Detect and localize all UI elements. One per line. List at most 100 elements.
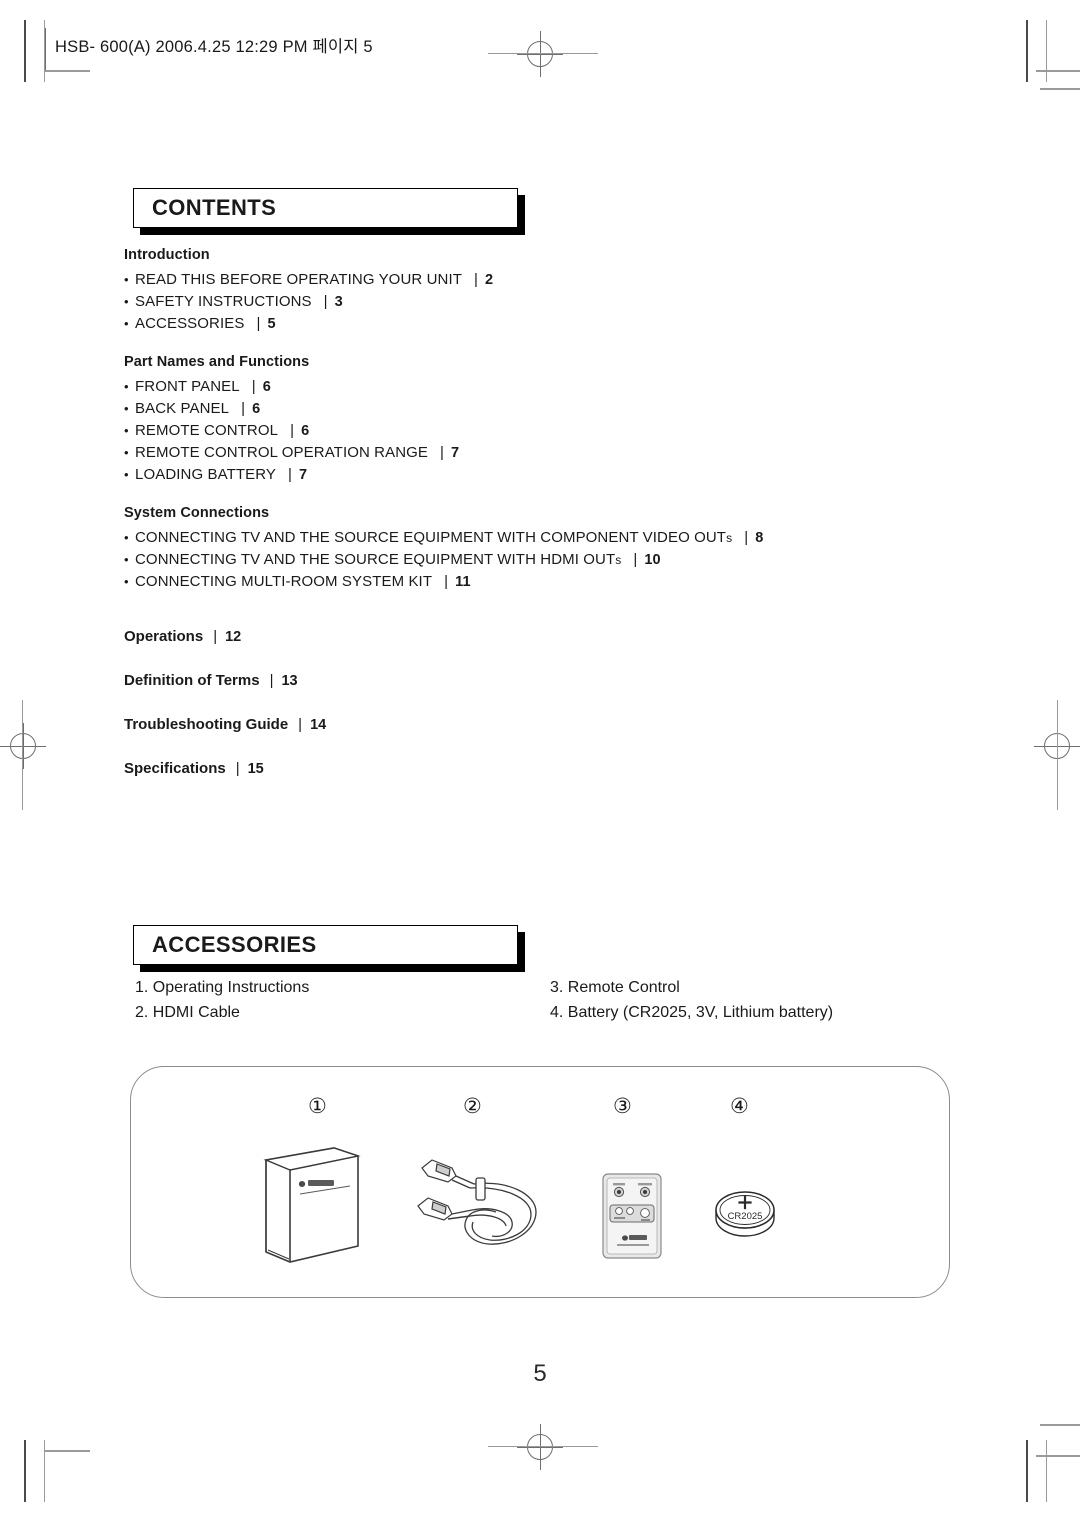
toc-page-number: 14 [310,717,327,733]
toc-entry-label: FRONT PANEL [135,378,240,395]
toc-page-number: 12 [225,629,242,645]
toc-page-number: 8 [755,530,764,546]
toc-separator: | [241,400,246,417]
bullet-icon: • [124,316,129,331]
registration-mark-left [0,723,46,769]
toc-group-title: System Connections [124,505,270,521]
trim-mark-top-right-edge [1040,88,1080,90]
trim-mark-top-left-vertical [24,20,26,82]
toc-page-number: 6 [262,379,271,395]
accessories-heading-label: ACCESSORIES [152,932,317,957]
toc-separator: | [298,716,303,733]
toc-entry-specifications[interactable]: Specifications | 15 [124,758,904,780]
toc-separator: | [251,378,256,395]
toc-entry-label: Operations [124,628,204,645]
toc-entry-definition-of-terms[interactable]: Definition of Terms | 13 [124,670,904,692]
trim-mark-bottom-right-edge [1040,1424,1080,1426]
callout-number-4: ④ [730,1095,749,1118]
toc-page-number: 13 [281,673,298,689]
toc-separator: | [633,551,638,568]
toc-entry[interactable]: • ACCESSORIES | 5 [124,313,904,335]
toc-entry-label: SAFETY INSTRUCTIONS [135,293,312,310]
trim-mark-bottom-left-horizontal [44,1450,90,1452]
registration-ring [527,1434,553,1460]
bullet-icon: • [124,574,129,589]
toc-page-number: 6 [301,423,310,439]
toc-group-system-connections: System Connections • CONNECTING TV AND TH… [124,505,904,593]
toc-separator: | [269,672,274,689]
toc-entry[interactable]: • CONNECTING MULTI-ROOM SYSTEM KIT | 11 [124,571,904,593]
toc-separator: | [213,628,218,645]
toc-entry-troubleshooting-guide[interactable]: Troubleshooting Guide | 14 [124,714,904,736]
callout-number-3: ③ [613,1095,632,1118]
toc-entry-operations[interactable]: Operations | 12 [124,626,904,648]
toc-entry-label: CONNECTING TV AND THE SOURCE EQUIPMENT W… [135,551,616,568]
registration-guide-bottom [488,1446,598,1447]
toc-page-number: 2 [484,272,494,288]
bullet-icon: • [124,530,129,545]
registration-guide-right [1057,700,1058,810]
toc-separator: | [440,444,445,461]
accessories-list: 1. Operating Instructions 2. HDMI Cable … [135,975,895,1025]
toc-entry-label: READ THIS BEFORE OPERATING YOUR UNIT [135,271,462,288]
trim-guide-top-right [1046,20,1047,82]
trim-mark-top-right-horizontal [1036,70,1080,72]
toc-group-part-names-and-functions: Part Names and Functions • FRONT PANEL | 6 … [124,354,904,486]
toc-page-number: 11 [455,574,471,590]
toc-entry-label: CONNECTING MULTI-ROOM SYSTEM KIT [135,573,433,590]
slug-rule [45,28,46,70]
battery-illustration: CR2025 [712,1186,778,1242]
trim-guide-top-left [44,20,45,82]
toc-entry-label: Specifications [124,760,226,777]
toc-entry[interactable]: • LOADING BATTERY | 7 [124,464,904,486]
toc-entry-label: Troubleshooting Guide [124,716,289,733]
contents-heading-label: CONTENTS [152,195,277,220]
toc-entry-label: LOADING BATTERY [135,466,276,483]
trim-mark-bottom-right-horizontal [1036,1455,1080,1457]
toc-separator: | [287,466,292,483]
registration-ring [10,733,36,759]
operating-instructions-illustration [258,1142,378,1272]
toc-separator: | [323,293,328,310]
bullet-icon: • [124,467,129,482]
toc-page-number: 3 [334,294,343,310]
trim-mark-bottom-left-vertical [24,1440,26,1502]
registration-mark-top [517,31,563,77]
toc-entry[interactable]: • CONNECTING TV AND THE SOURCE EQUIPMENT … [124,527,904,549]
toc-entry[interactable]: • REMOTE CONTROL OPERATION RANGE | 7 [124,442,904,464]
callout-number-1: ① [308,1095,327,1118]
accessories-heading-box: ACCESSORIES [133,925,518,965]
toc-entry[interactable]: • READ THIS BEFORE OPERATING YOUR UNIT | 2 [124,269,904,291]
hdmi-cable-illustration [404,1150,554,1270]
toc-page-number: 5 [267,316,276,332]
table-of-contents: Introduction • READ THIS BEFORE OPERATING… [124,247,904,802]
toc-entry[interactable]: • CONNECTING TV AND THE SOURCE EQUIPMENT … [124,549,904,571]
toc-entry[interactable]: • REMOTE CONTROL | 6 [124,420,904,442]
toc-page-number: 15 [247,761,264,777]
toc-group-title: Part Names and Functions [124,354,310,370]
bullet-icon: • [124,401,129,416]
toc-page-number: 10 [644,552,661,568]
registration-guide-top [488,53,598,54]
toc-entry-label: REMOTE CONTROL OPERATION RANGE [135,444,429,461]
toc-separator: | [256,315,261,332]
toc-entry-label: REMOTE CONTROL [135,422,279,439]
toc-entry-label: Definition of Terms [124,672,260,689]
accessories-column-right: 3. Remote Control 4. Battery (CR2025, 3V… [550,975,890,1025]
accessory-item: 4. Battery (CR2025, 3V, Lithium battery) [550,1004,834,1021]
toc-separator: | [473,271,478,288]
remote-control-illustration [601,1172,663,1260]
battery-label: CR2025 [728,1211,763,1222]
toc-page-number: 6 [252,401,261,417]
toc-entry-label: CONNECTING TV AND THE SOURCE EQUIPMENT W… [135,529,727,546]
toc-separator: | [744,529,749,546]
bullet-icon: • [124,445,129,460]
toc-entry-label: ACCESSORIES [135,315,245,332]
toc-entry[interactable]: • FRONT PANEL | 6 [124,376,904,398]
accessory-item: 1. Operating Instructions [135,979,310,996]
bullet-icon: • [124,379,129,394]
toc-entry[interactable]: • BACK PANEL | 6 [124,398,904,420]
toc-entry[interactable]: • SAFETY INSTRUCTIONS | 3 [124,291,904,313]
bullet-icon: • [124,423,129,438]
contents-heading-box: CONTENTS [133,188,518,228]
